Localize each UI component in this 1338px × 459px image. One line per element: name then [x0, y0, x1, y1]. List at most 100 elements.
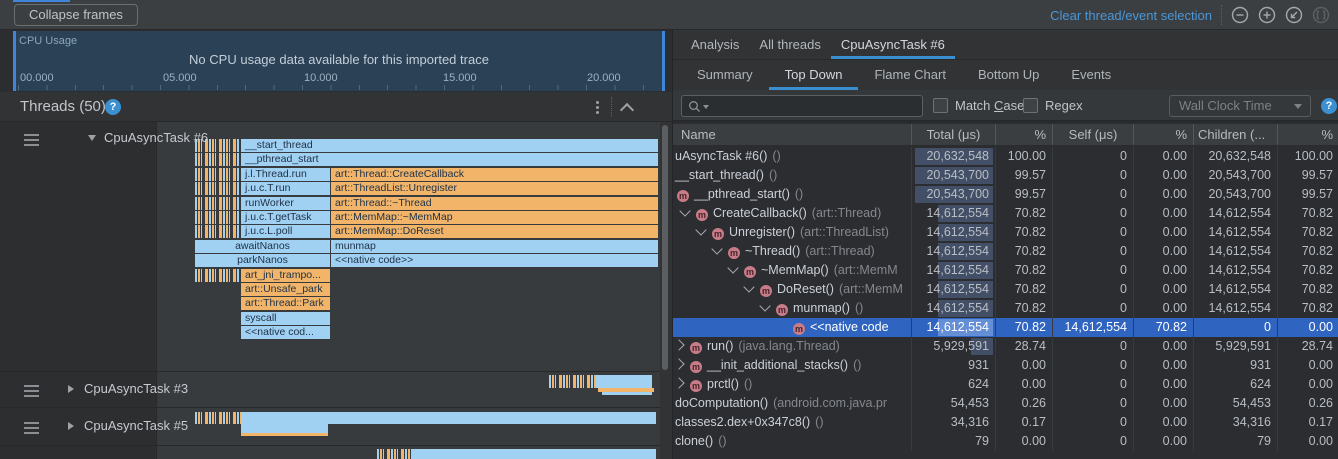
flame-bar[interactable]: art::Thread::Park: [241, 297, 330, 310]
flame-stripes[interactable]: [195, 269, 239, 282]
flame-bar[interactable]: __pthread_start: [241, 153, 658, 166]
flame-bar[interactable]: [241, 433, 328, 436]
regex-checkbox[interactable]: Regex: [1023, 98, 1083, 113]
column-header-children-pct[interactable]: %: [1278, 124, 1338, 145]
filter-help-icon[interactable]: ?: [1321, 98, 1337, 114]
table-row[interactable]: classes2.dex+0x347c8()()34,3160.1700.003…: [673, 413, 1338, 432]
table-row[interactable]: m~Thread()(art::Thread)14,612,55470.8200…: [673, 242, 1338, 261]
flame-bar[interactable]: [241, 412, 656, 424]
tab-all-threads[interactable]: All threads: [749, 30, 830, 59]
flame-bar[interactable]: awaitNanos: [195, 240, 330, 253]
checkbox-icon[interactable]: [1023, 98, 1038, 113]
checkbox-icon[interactable]: [933, 98, 948, 113]
flame-bar[interactable]: munmap: [331, 240, 658, 253]
flame-stripes[interactable]: [195, 197, 239, 210]
table-row[interactable]: m~MemMap()(art::MemM14,612,55470.8200.00…: [673, 261, 1338, 280]
tree-chevron-right-icon[interactable]: [673, 377, 684, 388]
table-row[interactable]: m__pthread_start()()20,543,70099.5700.00…: [673, 185, 1338, 204]
search-box[interactable]: [681, 95, 923, 117]
column-header-total[interactable]: Total (μs): [912, 124, 996, 145]
subtab-flame-chart[interactable]: Flame Chart: [858, 60, 962, 90]
thread-row-cpuasynctask-3[interactable]: CpuAsyncTask #3: [0, 383, 157, 399]
reset-zoom-icon[interactable]: [1285, 6, 1303, 24]
flame-bar[interactable]: art::Thread::CreateCallback: [331, 168, 658, 181]
table-row[interactable]: mCreateCallback()(art::Thread)14,612,554…: [673, 204, 1338, 223]
flame-bar[interactable]: j.u.c.T.run: [241, 182, 330, 195]
flame-bar[interactable]: __start_thread: [241, 139, 658, 152]
flame-bar[interactable]: [412, 449, 656, 459]
table-row[interactable]: mrun()(java.lang.Thread)5,929,59128.7400…: [673, 337, 1338, 356]
thread-collapse-icon[interactable]: [88, 135, 96, 141]
subtab-summary[interactable]: Summary: [681, 60, 769, 90]
match-case-checkbox[interactable]: Match Case: [933, 98, 1024, 113]
tab-cpuasynctask-6[interactable]: CpuAsyncTask #6: [831, 30, 955, 59]
flame-stripes[interactable]: [195, 153, 239, 166]
flame-bar[interactable]: art::MemMap::~MemMap: [331, 211, 658, 224]
tree-chevron-down-icon[interactable]: [679, 205, 690, 216]
flame-bar[interactable]: syscall: [241, 312, 330, 325]
thread-expand-icon[interactable]: [68, 385, 74, 393]
flame-stripes[interactable]: [195, 211, 239, 224]
kebab-menu-icon[interactable]: [596, 101, 599, 104]
flame-bar[interactable]: [602, 392, 652, 395]
flame-bar[interactable]: <<native cod...: [241, 326, 330, 339]
flame-bar[interactable]: art::MemMap::DoReset: [331, 225, 658, 238]
clock-type-dropdown[interactable]: Wall Clock Time: [1169, 95, 1311, 117]
flame-stripes[interactable]: [195, 225, 239, 238]
table-row[interactable]: mmunmap()()14,612,55470.8200.0014,612,55…: [673, 299, 1338, 318]
table-row[interactable]: uAsyncTask #6()()20,632,548100.0000.0020…: [673, 147, 1338, 166]
hamburger-icon[interactable]: [24, 385, 39, 387]
zoom-in-icon[interactable]: [1258, 6, 1276, 24]
tree-chevron-down-icon[interactable]: [743, 281, 754, 292]
table-row[interactable]: clone()()790.0000.00790.00: [673, 432, 1338, 451]
selection-handle-left[interactable]: [13, 31, 16, 91]
subtab-events[interactable]: Events: [1055, 60, 1127, 90]
flame-stripes[interactable]: [195, 182, 239, 195]
table-row[interactable]: __start_thread()()20,543,70099.5700.0020…: [673, 166, 1338, 185]
search-history-caret-icon[interactable]: [703, 105, 709, 109]
tree-chevron-right-icon[interactable]: [673, 339, 684, 350]
flame-bar[interactable]: art::Unsafe_park: [241, 283, 330, 296]
column-header-self[interactable]: Self (μs): [1053, 124, 1134, 145]
tree-chevron-down-icon[interactable]: [727, 262, 738, 273]
flame-bar[interactable]: parkNanos: [195, 254, 330, 267]
column-header-self-pct[interactable]: %: [1134, 124, 1194, 145]
table-row[interactable]: doComputation()(android.com.java.pr54,45…: [673, 394, 1338, 413]
search-input[interactable]: [715, 98, 922, 115]
zoom-to-selection-icon[interactable]: [1312, 6, 1330, 24]
flame-bar[interactable]: j.u.c.T.getTask: [241, 211, 330, 224]
scrollbar-thumb[interactable]: [662, 125, 668, 370]
hamburger-icon[interactable]: [24, 134, 39, 136]
tree-chevron-right-icon[interactable]: [673, 358, 684, 369]
thread-expand-icon[interactable]: [68, 422, 74, 430]
flame-stripes[interactable]: [195, 168, 239, 181]
clear-selection-link[interactable]: Clear thread/event selection: [1050, 8, 1212, 23]
table-row[interactable]: m__init_additional_stacks()()9310.0000.0…: [673, 356, 1338, 375]
subtab-bottom-up[interactable]: Bottom Up: [962, 60, 1055, 90]
table-row[interactable]: mUnregister()(art::ThreadList)14,612,554…: [673, 223, 1338, 242]
tree-chevron-down-icon[interactable]: [759, 300, 770, 311]
tab-analysis[interactable]: Analysis: [681, 30, 749, 59]
selection-handle-right[interactable]: [662, 31, 665, 91]
subtab-top-down[interactable]: Top Down: [769, 60, 859, 90]
threads-help-icon[interactable]: ?: [105, 99, 121, 115]
column-header-children[interactable]: Children (...: [1194, 124, 1278, 145]
table-row[interactable]: m<<native code14,612,55470.8214,612,5547…: [673, 318, 1338, 337]
flame-bar[interactable]: <<native code>>: [331, 254, 658, 267]
flame-bar[interactable]: [241, 424, 328, 433]
column-header-total-pct[interactable]: %: [996, 124, 1053, 145]
flame-stripes[interactable]: [549, 375, 596, 388]
flame-bar[interactable]: [596, 375, 652, 388]
hamburger-icon[interactable]: [24, 422, 39, 424]
collapse-frames-button[interactable]: Collapse frames: [14, 4, 138, 26]
flame-bar[interactable]: j.u.c.L.poll: [241, 225, 330, 238]
table-row[interactable]: mDoReset()(art::MemM14,612,55470.8200.00…: [673, 280, 1338, 299]
column-header-name[interactable]: Name: [673, 124, 912, 145]
flame-stripes[interactable]: [195, 412, 241, 424]
flame-bar[interactable]: art_jni_trampo...: [241, 269, 330, 282]
cpu-usage-band[interactable]: CPU Usage No CPU usage data available fo…: [13, 31, 665, 91]
tree-chevron-down-icon[interactable]: [695, 224, 706, 235]
zoom-out-icon[interactable]: [1231, 6, 1249, 24]
thread-row-cpuasynctask-6[interactable]: CpuAsyncTask #6: [0, 132, 157, 148]
tree-chevron-down-icon[interactable]: [711, 243, 722, 254]
